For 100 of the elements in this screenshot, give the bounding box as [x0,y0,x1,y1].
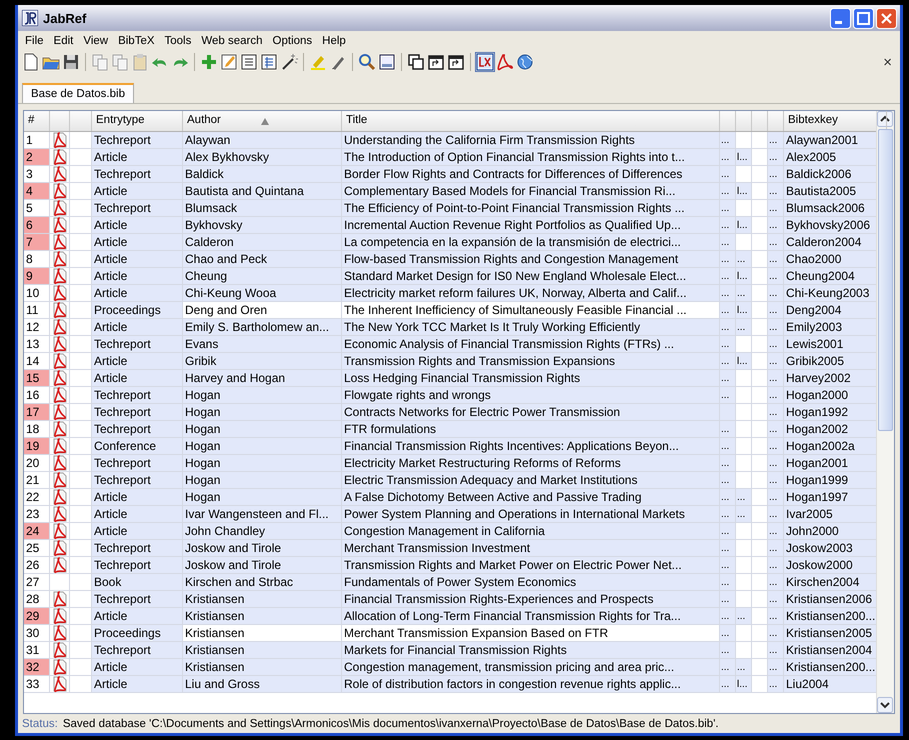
table-cell: Contracts Networks for Electric Power Transmission [342,404,720,421]
globe-icon[interactable] [516,53,534,71]
table-cell [736,421,752,438]
table-cell [736,574,752,591]
row-number: 8 [24,251,50,268]
menu-item[interactable]: BibTeX [113,35,160,47]
menu-item[interactable]: Options [268,35,318,47]
table-cell: l... [736,353,752,370]
save-icon[interactable] [62,53,80,71]
new-file-icon[interactable] [22,53,40,71]
scroll-down-button[interactable] [877,697,893,713]
table-cell: Incremental Auction Revenue Right Portfolios as Qualified Up... [342,217,720,234]
panel-icon[interactable] [378,53,396,71]
table-cell: Alaywan2001 [784,132,876,149]
table-cell [752,149,768,166]
table-cell: Joskow and Tirole [183,557,342,574]
document-icon[interactable] [240,53,258,71]
column-header[interactable]: Title [342,111,720,131]
table-cell [752,455,768,472]
table-cell: ... [768,302,784,319]
table-cell: The New York TCC Market Is It Truly Working Efficiently [342,319,720,336]
table-cell: ... [720,217,736,234]
table-cell: Transmission Rights and Market Power on Electric Power Net... [342,557,720,574]
table-cell [736,404,752,421]
table-cell [752,676,768,693]
table-cell: John Chandley [183,523,342,540]
row-number: 4 [24,183,50,200]
minimize-button[interactable] [830,8,851,28]
edit-entry-icon[interactable] [220,53,238,71]
table-cell [736,200,752,217]
menu-item[interactable]: Help [317,35,351,47]
menu-item[interactable]: Tools [160,35,196,47]
table-cell: Article [92,217,183,234]
add-entry-icon[interactable] [200,53,218,71]
scroll-up-button[interactable] [877,111,893,127]
close-button[interactable] [876,8,897,28]
table-cell: Chao2000 [784,251,876,268]
table-cell: l... [736,217,752,234]
table-cell: ... [768,200,784,217]
menu-item[interactable]: Web search [196,35,268,47]
table-cell: Bautista2005 [784,183,876,200]
marker-icon[interactable] [309,53,327,71]
maximize-button[interactable] [853,8,874,28]
menu-item[interactable]: File [20,35,49,47]
menu-item[interactable]: Edit [48,35,78,47]
table-cell: Liu2004 [784,676,876,693]
table-cell [752,506,768,523]
table-cell: ... [720,353,736,370]
row-number: 15 [24,370,50,387]
table-cell: ... [768,166,784,183]
table-cell: Hogan2001 [784,455,876,472]
row-number: 6 [24,217,50,234]
table-cell: Understanding the California Firm Transmission Rights [342,132,720,149]
table-cell: The Efficiency of Point-to-Point Financial Transmission Rights ... [342,200,720,217]
row-number: 13 [24,336,50,353]
row-number: 16 [24,387,50,404]
table-cell: Article [92,319,183,336]
table-cell: Techreport [92,642,183,659]
table-cell: Calderon [183,234,342,251]
search-icon[interactable] [358,53,376,71]
column-header[interactable]: # [24,111,50,131]
table-cell: ... [736,285,752,302]
table-cell: ... [768,625,784,642]
table-cell: Flowgate rights and wrongs [342,387,720,404]
table-cell: Congestion management, transmission pricing and area pric... [342,659,720,676]
table-cell: ... [768,523,784,540]
file-tab[interactable]: Base de Datos.bib [22,83,134,103]
table-cell: ... [720,234,736,251]
pdf-icon[interactable] [496,53,514,71]
table-cell [752,404,768,421]
table-cell: ... [736,659,752,676]
table-cell: ... [720,455,736,472]
lyx-icon[interactable] [476,53,494,71]
table-cell: Hogan [183,472,342,489]
column-header[interactable]: Entrytype [92,111,183,131]
table-cell: Power System Planning and Operations in International Markets [342,506,720,523]
table-cell: ... [768,234,784,251]
table-cell [752,489,768,506]
table-cell: Economic Analysis of Financial Transmission Rights (FTRs) ... [342,336,720,353]
row-number: 2 [24,149,50,166]
magic-wand-icon[interactable] [280,53,298,71]
table-cell [752,591,768,608]
table-cell: Hogan [183,489,342,506]
table-icon[interactable] [260,53,278,71]
table-cell: Deng and Oren [183,302,342,319]
windows-icon[interactable] [407,53,425,71]
menu-item[interactable]: View [78,35,114,47]
table-cell [752,285,768,302]
table-cell: Hogan1992 [784,404,876,421]
table-cell [736,557,752,574]
row-number: 27 [24,574,50,591]
table-cell [736,523,752,540]
table-cell: ... [720,183,736,200]
table-cell: ... [768,608,784,625]
table-cell: Techreport [92,540,183,557]
table-cell [752,183,768,200]
table-cell: La competencia en la expansión de la transmisión de electrici... [342,234,720,251]
table-cell [752,659,768,676]
close-tab-button[interactable]: × [879,54,896,70]
table-cell: Gribik [183,353,342,370]
